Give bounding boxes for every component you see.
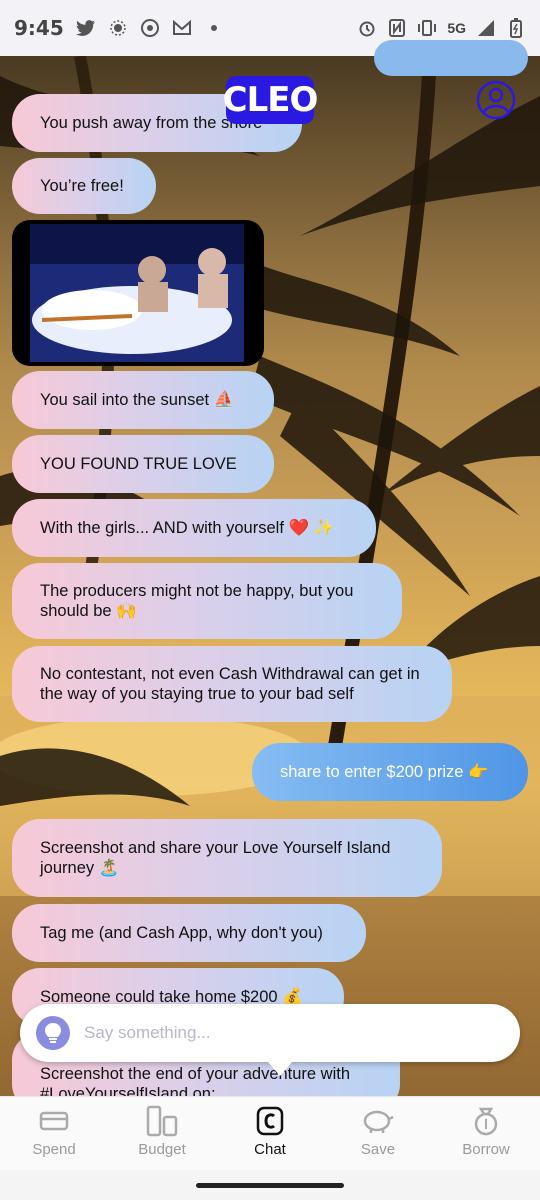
card-icon: [39, 1111, 69, 1131]
message-bubble: The producers might not be happy, but yo…: [12, 563, 402, 639]
message-bubble: You’re free!: [12, 158, 156, 214]
tab-label: Budget: [138, 1141, 186, 1158]
settings-dot-icon: [108, 18, 128, 38]
alarm-icon: [357, 18, 377, 38]
money-bag-icon: [474, 1107, 498, 1136]
chat-c-icon: [256, 1106, 284, 1136]
message-bubble: YOU FOUND TRUE LOVE: [12, 435, 274, 493]
status-time: 9:45: [14, 16, 64, 40]
message-bubble: Screenshot and share your Love Yourself …: [12, 819, 442, 897]
budget-icon: [146, 1105, 178, 1137]
piggy-bank-icon: [363, 1110, 394, 1133]
gif-message[interactable]: [12, 220, 264, 366]
nfc-icon: [387, 18, 407, 38]
message-text: The producers might not be happy, but yo…: [40, 582, 354, 620]
twitter-icon: [75, 18, 96, 38]
message-text: You’re free!: [40, 177, 124, 195]
signal-icon: [476, 18, 496, 38]
cleo-logo: CLEO: [223, 76, 318, 124]
message-text: share to enter $200 prize 👉: [280, 763, 489, 781]
tab-label: Save: [360, 1141, 396, 1158]
message-text: YOU FOUND TRUE LOVE: [40, 455, 237, 473]
message-bubble: Tag me (and Cash App, why don't you): [12, 904, 366, 962]
lightbulb-icon[interactable]: [36, 1016, 70, 1050]
message-bubble-outgoing-stub: [374, 40, 528, 76]
input-pointer: [268, 1062, 292, 1076]
message-bubble: With the girls... AND with yourself ❤️ ✨: [12, 499, 376, 557]
message-input-bar[interactable]: Say something...: [20, 1004, 520, 1076]
vibrate-icon: [417, 18, 437, 38]
tab-label: Spend: [32, 1141, 76, 1158]
chrome-icon: [140, 18, 160, 38]
message-input[interactable]: Say something...: [84, 1023, 211, 1043]
network-type: 5G: [447, 20, 466, 36]
profile-icon[interactable]: [476, 80, 516, 120]
tab-budget[interactable]: Budget: [108, 1097, 216, 1171]
message-bubble: You sail into the sunset ⛵: [12, 371, 274, 429]
tab-spend[interactable]: Spend: [0, 1097, 108, 1171]
message-text: No contestant, not even Cash Withdrawal …: [40, 665, 420, 703]
tab-label: Borrow: [462, 1141, 510, 1158]
message-text: Tag me (and Cash App, why don't you): [40, 924, 323, 942]
message-text: Screenshot and share your Love Yourself …: [40, 839, 391, 877]
battery-icon: [506, 18, 526, 38]
share-prize-button[interactable]: share to enter $200 prize 👉: [252, 743, 528, 801]
message-text: You sail into the sunset ⛵: [40, 391, 235, 409]
tab-borrow[interactable]: Borrow: [432, 1097, 540, 1171]
system-nav-bar: [0, 1170, 540, 1200]
home-gesture-handle[interactable]: [196, 1183, 344, 1188]
tab-chat[interactable]: Chat: [216, 1097, 324, 1171]
tab-label: Chat: [254, 1141, 286, 1158]
tab-save[interactable]: Save: [324, 1097, 432, 1171]
gmail-icon: [172, 18, 192, 38]
message-text: With the girls... AND with yourself ❤️ ✨: [40, 519, 335, 537]
message-bubble: No contestant, not even Cash Withdrawal …: [12, 646, 452, 722]
bottom-tab-bar: Spend Budget Chat Save Borrow: [0, 1096, 540, 1171]
dot-icon: [204, 18, 224, 38]
